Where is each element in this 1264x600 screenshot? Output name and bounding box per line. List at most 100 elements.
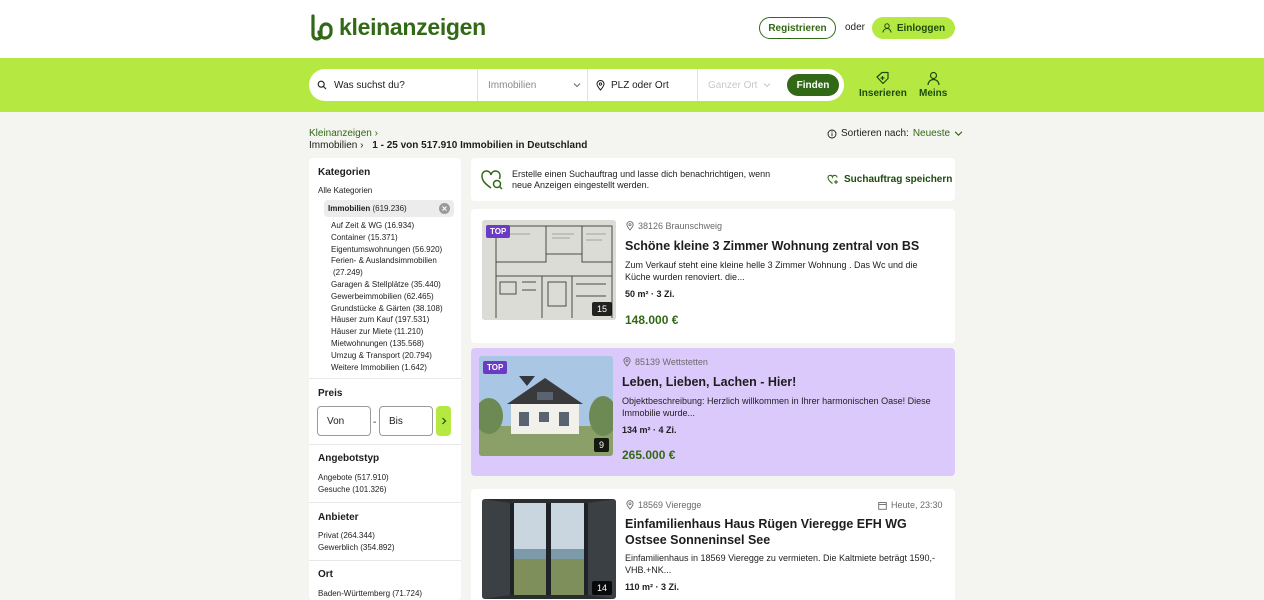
provider-title: Anbieter bbox=[318, 512, 359, 523]
listing-location: 85139 Wettstetten bbox=[623, 357, 708, 367]
listing-image[interactable]: 14 bbox=[482, 499, 616, 599]
listing-location: 18569 Vieregge bbox=[626, 500, 701, 510]
price-apply-button[interactable] bbox=[436, 406, 451, 436]
subcategory-item[interactable]: Garagen & Stellplätze (35.440) bbox=[331, 279, 456, 291]
price-to-input[interactable]: Bis bbox=[379, 406, 433, 436]
user-icon bbox=[927, 71, 940, 86]
subcategory-item[interactable]: Eigentumswohnungen (56.920) bbox=[331, 244, 456, 256]
offer-type-title: Angebotstyp bbox=[318, 453, 380, 464]
login-label: Einloggen bbox=[896, 22, 946, 34]
location-title: Ort bbox=[318, 569, 333, 580]
subcategory-list: Auf Zeit & WG (16.934) Container (15.371… bbox=[331, 220, 456, 373]
breadcrumb: Immobilien › 1 - 25 von 517.910 Immobili… bbox=[309, 140, 588, 151]
result-summary: 1 - 25 von 517.910 Immobilien in Deutsch… bbox=[372, 140, 588, 151]
kleinanzeigen-logo-icon bbox=[311, 14, 333, 41]
location-input[interactable]: PLZ oder Ort bbox=[587, 69, 697, 101]
save-search-button[interactable]: Suchauftrag speichern bbox=[827, 174, 952, 185]
subcategory-item[interactable]: Weitere Immobilien (1.642) bbox=[331, 362, 456, 374]
divider bbox=[309, 502, 461, 503]
search-input[interactable]: Was suchst du? bbox=[309, 69, 477, 101]
chevron-down-icon bbox=[573, 83, 581, 88]
brand-name: kleinanzeigen bbox=[339, 13, 486, 40]
subcategory-item[interactable]: Container (15.371) bbox=[331, 232, 456, 244]
divider bbox=[309, 560, 461, 561]
location-placeholder: PLZ oder Ort bbox=[611, 79, 669, 91]
listing-date: Heute, 23:30 bbox=[878, 500, 943, 510]
listing-description: Zum Verkauf steht eine kleine helle 3 Zi… bbox=[625, 260, 918, 282]
register-button[interactable]: Registrieren bbox=[759, 17, 836, 39]
listing-card[interactable]: TOP 15 38126 Braunschweig Schöne kleine … bbox=[471, 209, 955, 343]
listing-title[interactable]: Einfamilienhaus Haus Rügen Vieregge EFH … bbox=[625, 516, 945, 548]
radius-value: Ganzer Ort bbox=[708, 79, 758, 91]
provider-item[interactable]: Gewerblich (354.892) bbox=[318, 542, 394, 553]
search-alert-text: Erstelle einen Suchauftrag und lasse dic… bbox=[512, 169, 771, 190]
breadcrumb-root[interactable]: Kleinanzeigen › bbox=[309, 128, 378, 139]
find-button[interactable]: Finden bbox=[787, 74, 839, 96]
listing-card-highlighted[interactable]: TOP 9 85139 Wettstetten Leben, Lieben, L… bbox=[471, 348, 955, 476]
subcategory-item[interactable]: Grundstücke & Gärten (38.108) bbox=[331, 303, 456, 315]
search-icon bbox=[317, 80, 327, 90]
heart-plus-icon bbox=[827, 174, 838, 184]
photo-count: 9 bbox=[593, 438, 609, 452]
breadcrumb-category[interactable]: Immobilien bbox=[309, 140, 357, 151]
categories-title: Kategorien bbox=[318, 167, 371, 178]
location-pin-icon bbox=[623, 357, 631, 367]
offer-type-item[interactable]: Gesuche (101.326) bbox=[318, 484, 387, 495]
location-pin-icon bbox=[626, 500, 634, 510]
listing-image[interactable]: TOP 15 bbox=[482, 220, 616, 320]
location-item[interactable]: Baden-Württemberg (71.724) bbox=[318, 588, 422, 599]
heart-search-icon bbox=[481, 170, 503, 190]
search-alert-banner: Erstelle einen Suchauftrag und lasse dic… bbox=[471, 158, 955, 201]
clear-category-icon[interactable] bbox=[439, 203, 450, 214]
location-pin-icon bbox=[596, 79, 605, 91]
search-band: Was suchst du? Immobilien PLZ oder Ort G… bbox=[0, 58, 1264, 112]
mine-label: Meins bbox=[919, 88, 948, 99]
subcategory-item[interactable]: Ferien- & Auslandsimmobilien bbox=[331, 255, 456, 267]
offer-type-item[interactable]: Angebote (517.910) bbox=[318, 472, 389, 483]
radius-select[interactable]: Ganzer Ort bbox=[697, 69, 785, 101]
photo-count: 14 bbox=[591, 581, 612, 595]
listing-facts: 134 m² · 4 Zi. bbox=[622, 425, 677, 435]
login-button[interactable]: Einloggen bbox=[872, 17, 955, 39]
listing-facts: 50 m² · 3 Zi. bbox=[625, 289, 675, 299]
subcategory-item[interactable]: Gewerbeimmobilien (62.465) bbox=[331, 291, 456, 303]
subcategory-item-count[interactable]: (27.249) bbox=[331, 267, 456, 279]
sort-value: Neueste bbox=[912, 128, 951, 139]
subcategory-item[interactable]: Mietwohnungen (135.568) bbox=[331, 338, 456, 350]
subcategory-item[interactable]: Häuser zur Miete (11.210) bbox=[331, 326, 456, 338]
sort-control[interactable]: Sortieren nach: Neueste bbox=[827, 128, 963, 139]
selected-category[interactable]: Immobilien (619.236) bbox=[324, 200, 454, 217]
price-from-input[interactable]: Von bbox=[317, 406, 371, 436]
subcategory-item[interactable]: Umzug & Transport (20.794) bbox=[331, 350, 456, 362]
listing-description: Objektbeschreibung: Herzlich willkommen … bbox=[622, 396, 931, 418]
photo-count: 15 bbox=[591, 302, 612, 316]
location-pin-icon bbox=[626, 221, 634, 231]
subcategory-item[interactable]: Auf Zeit & WG (16.934) bbox=[331, 220, 456, 232]
chevron-right-icon bbox=[441, 417, 446, 425]
tag-plus-icon bbox=[876, 71, 890, 85]
all-categories-link[interactable]: Alle Kategorien bbox=[318, 185, 372, 196]
brand-logo[interactable]: kleinanzeigen bbox=[309, 13, 486, 41]
user-icon bbox=[882, 23, 892, 33]
listing-title[interactable]: Leben, Lieben, Lachen - Hier! bbox=[622, 374, 942, 390]
top-badge: TOP bbox=[486, 225, 511, 238]
price-separator: - bbox=[373, 417, 377, 428]
search-box: Was suchst du? Immobilien PLZ oder Ort G… bbox=[309, 69, 844, 101]
listing-title[interactable]: Schöne kleine 3 Zimmer Wohnung zentral v… bbox=[625, 238, 945, 254]
provider-item[interactable]: Privat (264.344) bbox=[318, 530, 375, 541]
listing-image[interactable]: TOP 9 bbox=[479, 356, 613, 456]
listing-card[interactable]: 14 18569 Vieregge Heute, 23:30 Einfamili… bbox=[471, 489, 955, 600]
category-select[interactable]: Immobilien bbox=[477, 69, 587, 101]
selected-category-count: (619.236) bbox=[372, 204, 407, 213]
divider bbox=[309, 444, 461, 445]
calendar-icon bbox=[878, 501, 887, 510]
search-placeholder: Was suchst du? bbox=[334, 79, 405, 91]
subcategory-item[interactable]: Häuser zum Kauf (197.531) bbox=[331, 314, 456, 326]
selected-category-name: Immobilien bbox=[328, 204, 371, 213]
listing-price: 148.000 € bbox=[625, 313, 679, 327]
divider bbox=[309, 378, 461, 379]
mine-button[interactable]: Meins bbox=[919, 71, 947, 99]
category-value: Immobilien bbox=[488, 79, 537, 91]
insert-button[interactable]: Inserieren bbox=[859, 71, 907, 99]
price-title: Preis bbox=[318, 388, 343, 399]
